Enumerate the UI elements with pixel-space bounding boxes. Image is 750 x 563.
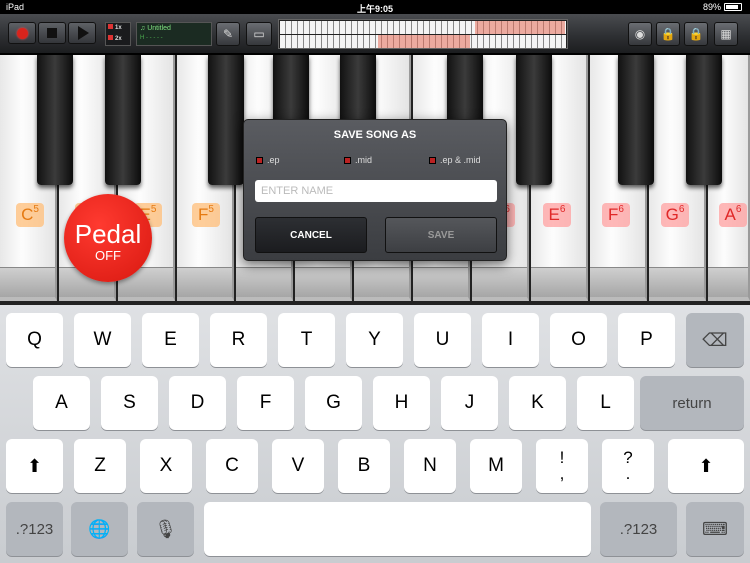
keyboard-dismiss-icon: ⌨ (702, 518, 728, 539)
toolbar: 1x 2x ♫ Untitled H - - - - - ✎ ▭ ◉ 🔒 🔒 ▦ (0, 14, 750, 54)
pedal-state: OFF (95, 248, 121, 263)
stop-icon (47, 28, 57, 38)
backspace-icon: ⌫ (702, 329, 728, 350)
hide-keyboard-key[interactable]: ⌨ (686, 502, 744, 556)
record-icon (16, 27, 28, 39)
note-label: F5 (192, 203, 220, 227)
dialog-title: SAVE SONG AS (333, 129, 417, 141)
key-a[interactable]: A (33, 376, 90, 430)
key-e[interactable]: E (142, 313, 199, 367)
note-label: F6 (602, 203, 630, 227)
microphone-icon: 🎙 (154, 518, 177, 539)
black-key[interactable] (37, 55, 73, 185)
key-v[interactable]: V (272, 439, 324, 493)
return-key[interactable]: return (640, 376, 744, 430)
song-name-input[interactable] (255, 180, 497, 202)
camera-icon[interactable]: ◉ (628, 22, 652, 46)
key-y[interactable]: Y (346, 313, 403, 367)
key-j[interactable]: J (441, 376, 498, 430)
black-key[interactable] (686, 55, 722, 185)
lock-2-icon[interactable]: 🔒 (684, 22, 708, 46)
menu-icon[interactable]: ▭ (246, 22, 272, 46)
key-question-period[interactable]: ?. (602, 439, 654, 493)
key-x[interactable]: X (140, 439, 192, 493)
key-exclaim-comma[interactable]: !, (536, 439, 588, 493)
onscreen-keyboard: Q W E R T Y U I O P ⌫ A S D F G H J K L … (0, 305, 750, 563)
key-g[interactable]: G (305, 376, 362, 430)
key-q[interactable]: Q (6, 313, 63, 367)
key-w[interactable]: W (74, 313, 131, 367)
range-highlight-upper (475, 21, 565, 34)
key-h[interactable]: H (373, 376, 430, 430)
song-time: H - - - - - (140, 35, 163, 41)
shift-key-right[interactable]: ⬆ (668, 439, 744, 493)
settings-icon[interactable]: ▦ (714, 22, 738, 46)
key-l[interactable]: L (577, 376, 634, 430)
save-button[interactable]: SAVE (385, 217, 497, 253)
checkbox-icon (256, 156, 263, 164)
key-c[interactable]: C (206, 439, 258, 493)
note-label: C5 (16, 203, 44, 227)
lock-icon[interactable]: 🔒 (656, 22, 680, 46)
space-bar[interactable] (204, 502, 591, 556)
track-1-label: 1x (115, 25, 122, 31)
pedal-button[interactable]: Pedal OFF (64, 194, 152, 282)
globe-icon: 🌐 (88, 518, 111, 539)
song-display[interactable]: ♫ Untitled H - - - - - (136, 22, 212, 46)
range-highlight-lower (378, 35, 470, 48)
play-icon (77, 26, 89, 40)
cancel-button[interactable]: CANCEL (255, 217, 367, 253)
status-bar: iPad 上午9:05 89% (0, 0, 750, 14)
track-selector[interactable]: 1x 2x (105, 22, 131, 46)
range-row-upper[interactable] (280, 21, 566, 34)
key-b[interactable]: B (338, 439, 390, 493)
key-n[interactable]: N (404, 439, 456, 493)
numbers-key-left[interactable]: .?123 (6, 502, 63, 556)
key-t[interactable]: T (278, 313, 335, 367)
range-row-lower[interactable] (280, 35, 566, 48)
note-label: E6 (543, 203, 571, 227)
black-key[interactable] (618, 55, 654, 185)
globe-key[interactable]: 🌐 (71, 502, 128, 556)
battery-percent: 89% (702, 2, 721, 12)
key-z[interactable]: Z (74, 439, 126, 493)
black-key[interactable] (516, 55, 552, 185)
shift-icon: ⬆ (26, 455, 43, 476)
key-d[interactable]: D (169, 376, 226, 430)
battery-icon (724, 3, 742, 11)
record-button[interactable] (8, 22, 36, 44)
edit-icon[interactable]: ✎ (216, 22, 240, 46)
shift-key-left[interactable]: ⬆ (6, 439, 63, 493)
key-s[interactable]: S (101, 376, 158, 430)
stop-button[interactable] (38, 22, 66, 44)
format-option-ep[interactable]: .ep (256, 155, 280, 165)
key-i[interactable]: I (482, 313, 539, 367)
track-2-label: 2x (115, 36, 122, 42)
song-title: Untitled (147, 25, 171, 32)
key-o[interactable]: O (550, 313, 607, 367)
black-key[interactable] (105, 55, 141, 185)
dictation-key[interactable]: 🎙 (137, 502, 194, 556)
keyboard-range-selector[interactable] (278, 19, 568, 49)
format-option-ep-mid[interactable]: .ep & .mid (429, 155, 481, 165)
numbers-key-right[interactable]: .?123 (600, 502, 677, 556)
black-key[interactable] (208, 55, 244, 185)
pedal-label: Pedal (74, 219, 142, 249)
save-song-dialog: SAVE SONG AS .ep .mid .ep & .mid CANCEL … (243, 119, 507, 261)
key-m[interactable]: M (470, 439, 522, 493)
key-k[interactable]: K (509, 376, 566, 430)
key-u[interactable]: U (414, 313, 471, 367)
note-label: A6 (719, 203, 747, 227)
checkbox-icon (344, 156, 351, 164)
shift-icon: ⬆ (698, 455, 714, 476)
play-button[interactable] (68, 22, 96, 44)
format-option-mid[interactable]: .mid (344, 155, 372, 165)
delete-key[interactable]: ⌫ (686, 313, 744, 367)
key-p[interactable]: P (618, 313, 675, 367)
key-f[interactable]: F (237, 376, 294, 430)
checkbox-icon (429, 156, 436, 164)
key-r[interactable]: R (210, 313, 267, 367)
note-label: G6 (661, 203, 689, 227)
